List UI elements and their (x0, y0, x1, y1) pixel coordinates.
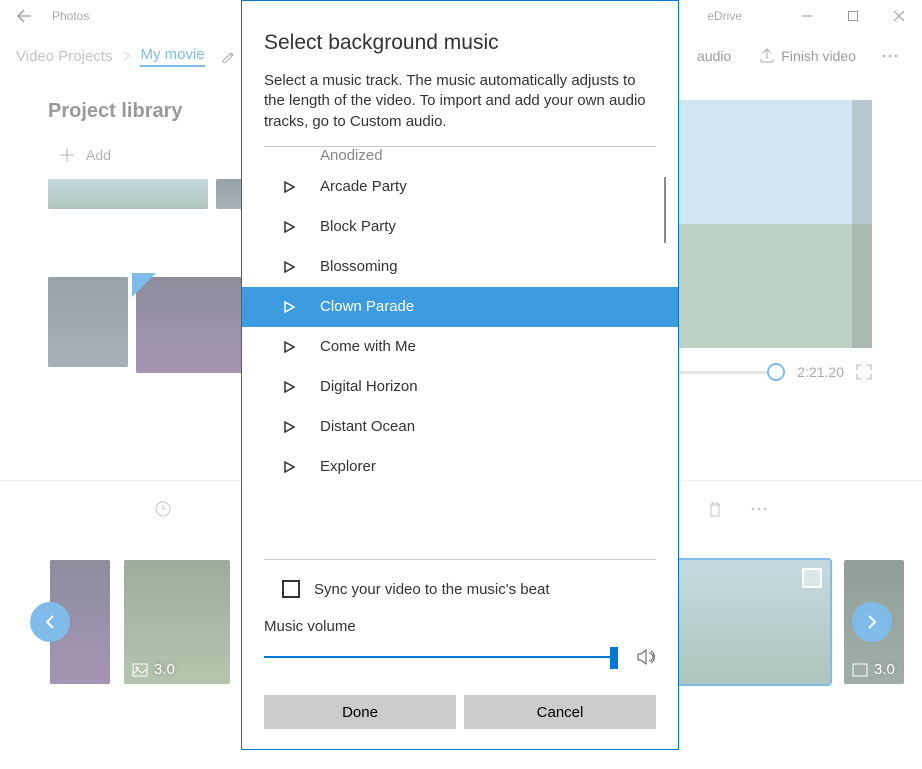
sync-label: Sync your video to the music's beat (314, 581, 549, 598)
modal-title: Select background music (264, 31, 656, 55)
track-name: Clown Parade (320, 298, 414, 315)
track-name: Anodized (320, 147, 383, 164)
track-name: Explorer (320, 458, 376, 475)
volume-label: Music volume (264, 618, 656, 635)
sync-checkbox[interactable] (282, 580, 300, 598)
play-icon[interactable] (282, 260, 296, 274)
track-item[interactable]: Come with Me (242, 327, 678, 367)
track-name: Distant Ocean (320, 418, 415, 435)
track-item[interactable]: Clown Parade (242, 287, 678, 327)
cancel-button[interactable]: Cancel (464, 695, 656, 729)
track-item[interactable]: Distant Ocean (242, 407, 678, 447)
sync-checkbox-row[interactable]: Sync your video to the music's beat (282, 580, 656, 598)
play-icon[interactable] (282, 300, 296, 314)
modal-description: Select a music track. The music automati… (264, 71, 656, 132)
track-item[interactable]: Arcade Party (242, 167, 678, 207)
track-item[interactable]: Blossoming (242, 247, 678, 287)
track-item[interactable]: Digital Horizon (242, 367, 678, 407)
track-name: Come with Me (320, 338, 416, 355)
track-item[interactable]: Explorer (242, 447, 678, 487)
play-icon[interactable] (282, 220, 296, 234)
play-icon[interactable] (282, 180, 296, 194)
done-button[interactable]: Done (264, 695, 456, 729)
volume-thumb[interactable] (610, 647, 618, 669)
track-name: Block Party (320, 218, 396, 235)
track-scrollbar[interactable] (664, 177, 666, 243)
track-name: Digital Horizon (320, 378, 418, 395)
play-icon[interactable] (282, 340, 296, 354)
play-icon[interactable] (282, 460, 296, 474)
track-item[interactable]: Block Party (242, 207, 678, 247)
track-name: Arcade Party (320, 178, 407, 195)
play-icon[interactable] (282, 420, 296, 434)
volume-slider[interactable] (264, 656, 618, 658)
track-name: Blossoming (320, 258, 398, 275)
volume-icon[interactable] (636, 647, 656, 667)
play-icon[interactable] (282, 380, 296, 394)
track-list[interactable]: Anodized Arcade Party Block Party Blossomin… (242, 147, 678, 559)
track-item[interactable]: Anodized (242, 147, 678, 167)
background-music-modal: Select background music Select a music t… (241, 0, 679, 750)
